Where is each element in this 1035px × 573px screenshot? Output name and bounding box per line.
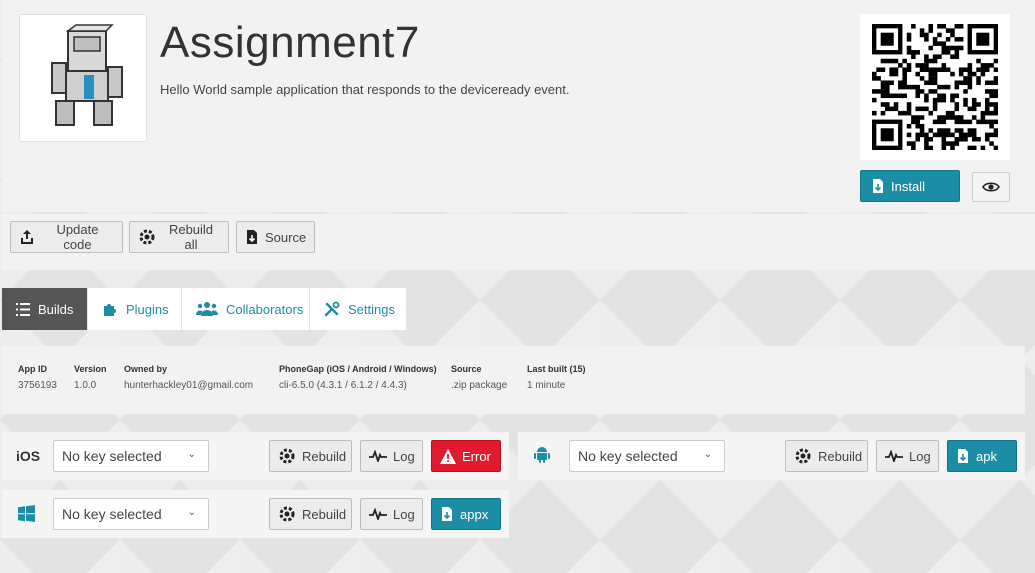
robot-icon <box>19 14 147 142</box>
download-file-icon <box>245 229 259 245</box>
ios-key-select[interactable]: No key selected ⌄ <box>53 440 209 472</box>
log-label: Log <box>909 448 931 464</box>
tab-label: Settings <box>348 301 395 317</box>
wrench-icon <box>324 301 340 317</box>
warning-icon <box>440 448 456 464</box>
update-code-label: Update code <box>56 222 99 252</box>
apk-label: apk <box>976 448 997 464</box>
windows-log-button[interactable]: Log <box>360 498 423 530</box>
key-select-value: No key selected <box>578 448 678 464</box>
build-info-panel: App ID 3756193 Version 1.0.0 Owned by hu… <box>2 346 1025 414</box>
source-button[interactable]: Source <box>236 221 315 253</box>
tab-settings[interactable]: Settings <box>310 288 407 330</box>
app-description: Hello World sample application that resp… <box>160 82 570 97</box>
tab-bar: Builds Plugins Collaborators Settings <box>2 288 407 330</box>
tab-collaborators[interactable]: Collaborators <box>182 288 310 330</box>
app-title: Assignment7 <box>160 18 420 67</box>
gear-icon <box>138 228 156 246</box>
rebuild-all-label: Rebuild all <box>168 222 214 252</box>
chevron-down-icon: ⌄ <box>187 449 196 460</box>
tab-label: Collaborators <box>226 301 304 317</box>
install-icon <box>871 178 885 194</box>
windows-key-select[interactable]: No key selected ⌄ <box>53 498 209 530</box>
rebuild-all-button[interactable]: Rebuild all <box>129 221 229 253</box>
info-version: Version 1.0.0 <box>74 364 107 391</box>
key-select-value: No key selected <box>62 506 162 522</box>
qr-code-icon <box>860 14 1010 160</box>
ios-label: iOS <box>16 448 41 464</box>
list-icon <box>16 302 30 316</box>
ios-error-button[interactable]: Error <box>431 440 501 472</box>
key-select-value: No key selected <box>62 448 162 464</box>
pulse-icon <box>369 508 387 520</box>
rebuild-label: Rebuild <box>818 448 863 464</box>
eye-icon <box>982 181 1000 193</box>
platform-row-android: No key selected ⌄ Rebuild Log apk <box>518 432 1025 480</box>
info-source: Source .zip package <box>451 364 508 391</box>
error-label: Error <box>462 448 491 464</box>
android-icon <box>534 446 550 464</box>
info-owned-by: Owned by hunterhackley01@gmail.com <box>124 364 254 391</box>
install-button[interactable]: Install <box>860 170 960 202</box>
tab-label: Builds <box>38 301 74 317</box>
info-last-built: Last built (15) 1 minute <box>527 364 586 391</box>
chevron-down-icon: ⌄ <box>187 507 196 518</box>
gear-icon <box>278 447 296 465</box>
windows-rebuild-button[interactable]: Rebuild <box>269 498 352 530</box>
app-header: Assignment7 Hello World sample applicati… <box>2 0 1035 212</box>
windows-icon <box>18 505 35 522</box>
puzzle-icon <box>102 301 118 317</box>
android-log-button[interactable]: Log <box>876 440 939 472</box>
download-file-icon <box>440 506 454 522</box>
gear-icon <box>794 447 812 465</box>
info-app-id: App ID 3756193 <box>18 364 57 391</box>
info-phonegap: PhoneGap (iOS / Android / Windows) cli-6… <box>279 364 437 391</box>
pulse-icon <box>369 450 387 462</box>
ios-rebuild-button[interactable]: Rebuild <box>269 440 352 472</box>
platform-row-ios: iOS No key selected ⌄ Rebuild Log Error <box>2 432 509 480</box>
tab-builds[interactable]: Builds <box>2 288 88 330</box>
log-label: Log <box>393 506 415 522</box>
upload-icon <box>19 229 35 245</box>
android-key-select[interactable]: No key selected ⌄ <box>569 440 725 472</box>
app-action-bar: Update code Rebuild all Source <box>2 214 1035 270</box>
gear-icon <box>278 505 296 523</box>
pulse-icon <box>885 450 903 462</box>
tab-plugins[interactable]: Plugins <box>88 288 182 330</box>
users-icon <box>196 301 218 317</box>
preview-button[interactable] <box>972 172 1010 202</box>
windows-appx-button[interactable]: appx <box>431 498 501 530</box>
chevron-down-icon: ⌄ <box>703 449 712 460</box>
android-apk-button[interactable]: apk <box>947 440 1017 472</box>
android-rebuild-button[interactable]: Rebuild <box>785 440 868 472</box>
download-file-icon <box>956 448 970 464</box>
rebuild-label: Rebuild <box>302 506 347 522</box>
tab-label: Plugins <box>126 301 169 317</box>
install-label: Install <box>891 178 925 194</box>
platform-row-windows: No key selected ⌄ Rebuild Log appx <box>2 490 509 538</box>
source-label: Source <box>265 229 307 245</box>
appx-label: appx <box>460 506 489 522</box>
log-label: Log <box>393 448 415 464</box>
rebuild-label: Rebuild <box>302 448 347 464</box>
ios-log-button[interactable]: Log <box>360 440 423 472</box>
update-code-button[interactable]: Update code <box>10 221 123 253</box>
